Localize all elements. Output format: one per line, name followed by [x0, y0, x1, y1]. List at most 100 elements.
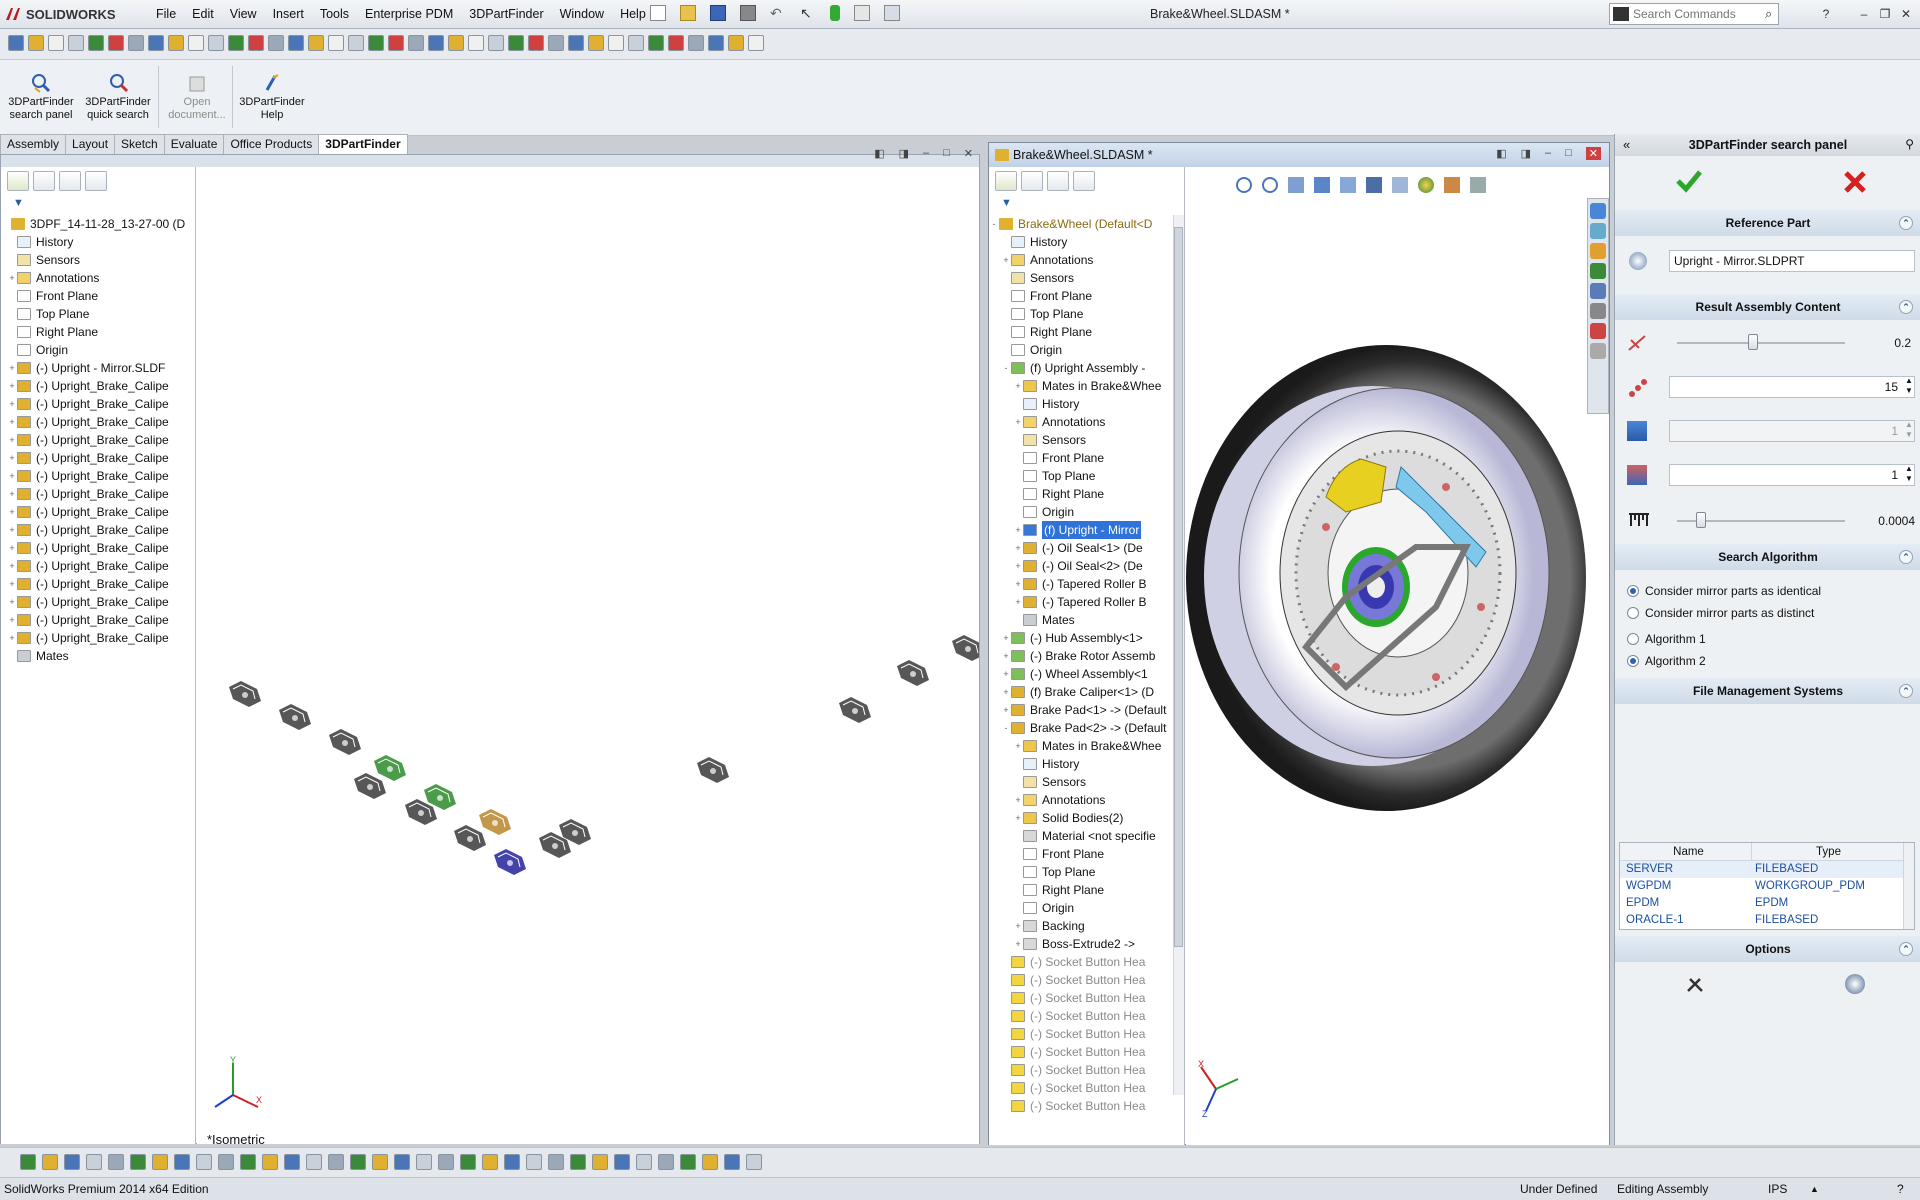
- result-assembly-section[interactable]: Result Assembly Content ⌃: [1615, 294, 1920, 320]
- tree-item[interactable]: Front Plane: [989, 449, 1171, 467]
- sketch-tool-icon[interactable]: [746, 1154, 762, 1170]
- count-spinner-icon[interactable]: ▲ ▼: [1905, 376, 1913, 396]
- radio-algorithm-1[interactable]: Algorithm 1: [1627, 632, 1706, 646]
- tree-item[interactable]: Top Plane: [1, 305, 195, 323]
- tree-item[interactable]: History: [989, 233, 1171, 251]
- expand-toggle-icon[interactable]: +: [7, 431, 17, 449]
- file-management-section[interactable]: File Management Systems ⌃: [1615, 678, 1920, 704]
- standard-tool-icon[interactable]: [568, 35, 584, 51]
- sketch-tool-icon[interactable]: [130, 1154, 146, 1170]
- sketch-tool-icon[interactable]: [658, 1154, 674, 1170]
- radio-mirror-distinct[interactable]: Consider mirror parts as distinct: [1627, 606, 1814, 620]
- expand-toggle-icon[interactable]: +: [7, 611, 17, 629]
- tree-item[interactable]: Origin: [989, 899, 1171, 917]
- expand-toggle-icon[interactable]: +: [7, 629, 17, 647]
- tree-item[interactable]: History: [989, 395, 1171, 413]
- expand-toggle-icon[interactable]: +: [7, 593, 17, 611]
- expand-toggle-icon[interactable]: +: [7, 467, 17, 485]
- tree-item[interactable]: (-) Socket Button Hea: [989, 1079, 1171, 1097]
- expand-toggle-icon[interactable]: -: [1001, 719, 1011, 737]
- minimize-icon[interactable]: –: [1855, 5, 1873, 23]
- file-properties-icon[interactable]: [854, 5, 870, 21]
- radio-algorithm-2[interactable]: Algorithm 2: [1627, 654, 1706, 668]
- tree-item[interactable]: Origin: [989, 341, 1171, 359]
- zoom-to-fit-icon[interactable]: [1236, 177, 1252, 193]
- print-icon[interactable]: [740, 5, 756, 21]
- help-icon[interactable]: ?: [1817, 5, 1835, 23]
- radio-button[interactable]: [1627, 655, 1639, 667]
- expand-toggle-icon[interactable]: +: [1001, 629, 1011, 647]
- caliper-part-model[interactable]: [374, 755, 406, 781]
- caliper-part-model[interactable]: [229, 681, 261, 707]
- restore-icon[interactable]: ❐: [1876, 5, 1894, 23]
- caliper-part-model[interactable]: [454, 825, 486, 851]
- standard-tool-icon[interactable]: [488, 35, 504, 51]
- tree-item[interactable]: (-) Socket Button Hea: [989, 989, 1171, 1007]
- expand-toggle-icon[interactable]: +: [1013, 935, 1023, 953]
- similarity-slider-thumb[interactable]: [1747, 334, 1758, 350]
- tools-settings-button[interactable]: [1685, 974, 1705, 994]
- tree-item[interactable]: + (-) Upright_Brake_Calipe: [1, 485, 195, 503]
- standard-tool-icon[interactable]: [108, 35, 124, 51]
- standard-tool-icon[interactable]: [548, 35, 564, 51]
- sketch-tool-icon[interactable]: [262, 1154, 278, 1170]
- tab-office-products[interactable]: Office Products: [223, 134, 320, 154]
- tab-sketch[interactable]: Sketch: [114, 134, 165, 154]
- tree-item[interactable]: Right Plane: [989, 485, 1171, 503]
- depth-spinner-icon[interactable]: ▲ ▼: [1905, 464, 1913, 484]
- caliper-part-model[interactable]: [329, 729, 361, 755]
- tree-item[interactable]: (-) Socket Button Hea: [989, 1007, 1171, 1025]
- tree-item[interactable]: + (-) Upright_Brake_Calipe: [1, 575, 195, 593]
- sketch-tool-icon[interactable]: [570, 1154, 586, 1170]
- minimize-icon[interactable]: –: [1545, 147, 1551, 160]
- collapse-icon[interactable]: ⌃: [1899, 684, 1913, 698]
- expand-toggle-icon[interactable]: +: [7, 557, 17, 575]
- caliper-part-model[interactable]: [697, 757, 729, 783]
- expand-toggle-icon[interactable]: +: [1013, 791, 1023, 809]
- expand-toggle-icon[interactable]: +: [1001, 647, 1011, 665]
- property-manager-tab[interactable]: [1021, 171, 1043, 191]
- standard-tool-icon[interactable]: [88, 35, 104, 51]
- radio-button[interactable]: [1627, 585, 1639, 597]
- expand-toggle-icon[interactable]: +: [1013, 539, 1023, 557]
- menu-window[interactable]: Window: [552, 6, 612, 23]
- expand-toggle-icon[interactable]: +: [1001, 251, 1011, 269]
- standard-tool-icon[interactable]: [328, 35, 344, 51]
- file-explorer-icon[interactable]: [1590, 243, 1606, 259]
- radio-mirror-identical[interactable]: Consider mirror parts as identical: [1627, 584, 1821, 598]
- tree-item[interactable]: + (-) Upright - Mirror.SLDF: [1, 359, 195, 377]
- expand-toggle-icon[interactable]: +: [7, 485, 17, 503]
- tree-item[interactable]: + (-) Upright_Brake_Calipe: [1, 539, 195, 557]
- expand-toggle-icon[interactable]: +: [7, 449, 17, 467]
- filter-icon[interactable]: ▼: [1001, 197, 1012, 209]
- standard-tool-icon[interactable]: [648, 35, 664, 51]
- database-settings-icon[interactable]: [1845, 974, 1865, 994]
- tree-item[interactable]: Front Plane: [1, 287, 195, 305]
- tree-item[interactable]: Mates: [1, 647, 195, 665]
- level-spinner-icon[interactable]: ▲ ▼: [1905, 420, 1913, 440]
- tree-item[interactable]: (-) Socket Button Hea: [989, 1097, 1171, 1115]
- sketch-tool-icon[interactable]: [438, 1154, 454, 1170]
- sketch-tool-icon[interactable]: [526, 1154, 542, 1170]
- standard-tool-icon[interactable]: [8, 35, 24, 51]
- expand-toggle-icon[interactable]: +: [1013, 593, 1023, 611]
- standard-tool-icon[interactable]: [368, 35, 384, 51]
- tree-item[interactable]: + (-) Upright_Brake_Calipe: [1, 467, 195, 485]
- tree-item[interactable]: + (-) Upright_Brake_Calipe: [1, 593, 195, 611]
- open-document-button[interactable]: Open document...: [164, 72, 230, 122]
- tree-item[interactable]: Material <not specifie: [989, 827, 1171, 845]
- standard-tool-icon[interactable]: [408, 35, 424, 51]
- caliper-part-model[interactable]: [494, 849, 526, 875]
- search-commands-box[interactable]: ⌕: [1609, 3, 1779, 25]
- tree-root[interactable]: 3DPF_14-11-28_13-27-00 (D: [1, 215, 195, 233]
- sketch-tool-icon[interactable]: [614, 1154, 630, 1170]
- collapse-panel-icon[interactable]: «: [1623, 137, 1630, 152]
- reference-part-section[interactable]: Reference Part ⌃: [1615, 210, 1920, 236]
- caliper-part-model[interactable]: [354, 773, 386, 799]
- partfinder-icon[interactable]: [1590, 323, 1606, 339]
- expand-toggle-icon[interactable]: +: [1001, 701, 1011, 719]
- sketch-tool-icon[interactable]: [680, 1154, 696, 1170]
- tree-item[interactable]: (-) Socket Button Hea: [989, 971, 1171, 989]
- menu-enterprise-pdm[interactable]: Enterprise PDM: [357, 6, 461, 23]
- tree-item[interactable]: Origin: [1, 341, 195, 359]
